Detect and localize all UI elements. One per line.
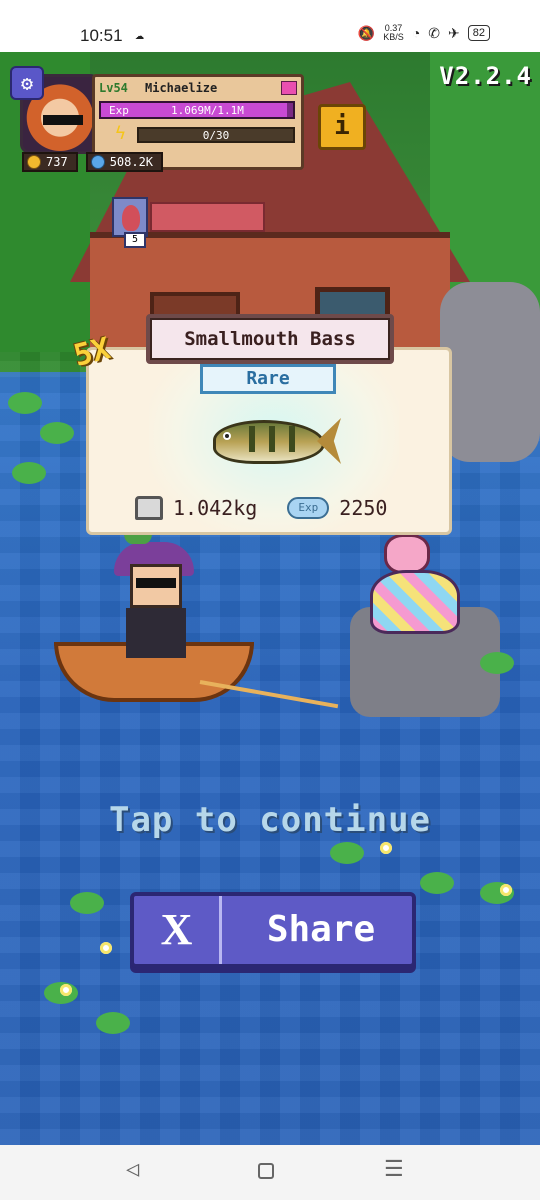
network-speed-unit: KB/S	[383, 32, 404, 42]
lily-pad	[96, 1012, 130, 1034]
bait-icon	[122, 205, 140, 231]
energy-value: 0/30	[202, 129, 230, 142]
recents-menu-icon[interactable]: ☰	[384, 1157, 404, 1182]
rarity-tag: Rare	[200, 364, 336, 394]
coin-value: 737	[46, 155, 68, 169]
status-bar: 10:51 ☁ 🔕 0.37 KB/S ◔ ✆ ✈ 82	[0, 0, 540, 52]
back-triangle-icon[interactable]: ◁	[126, 1157, 139, 1182]
lily-flower	[380, 842, 392, 854]
profile-badge-icon[interactable]	[281, 81, 297, 95]
lily-pad	[70, 892, 104, 914]
airplane-icon: ✈	[448, 24, 460, 41]
lily-flower	[60, 984, 72, 996]
cloud-icon: ☁	[135, 25, 145, 43]
avatar-sunglasses	[43, 115, 83, 125]
currency-row: 737 508.2K	[22, 152, 164, 172]
lightning-icon: ϟ	[115, 123, 126, 144]
fish-stripe	[269, 426, 275, 452]
player-username: Michaelize	[145, 81, 218, 95]
mute-icon: 🔕	[357, 24, 376, 41]
share-button[interactable]: X Share	[130, 892, 416, 968]
lily-flower	[100, 942, 112, 954]
wifi-call-icon: ✆	[428, 24, 441, 41]
tap-to-continue-prompt[interactable]: Tap to continue	[70, 800, 470, 840]
scale-icon	[135, 496, 163, 520]
info-button[interactable]: i	[318, 104, 366, 150]
shore-rock	[440, 282, 540, 462]
npc-body	[370, 570, 460, 634]
player-sunglasses	[136, 578, 176, 588]
smallmouth-bass-illustration	[199, 408, 341, 474]
bait-count: 5	[124, 232, 146, 248]
fish-tail	[317, 418, 341, 464]
lily-pad	[40, 422, 74, 444]
npc-head	[384, 534, 430, 574]
lily-pad	[420, 872, 454, 894]
wifi-icon: ◔	[411, 25, 421, 41]
lily-flower	[500, 884, 512, 896]
coin-icon	[27, 155, 41, 169]
lily-pad	[12, 462, 46, 484]
catch-stats: 1.042kg Exp 2250	[135, 496, 387, 520]
npc-character	[370, 534, 460, 634]
coin-counter: 737	[22, 152, 78, 172]
player-character	[110, 542, 200, 662]
fish-weight: 1.042kg	[173, 496, 258, 520]
player-level: Lv54	[99, 81, 128, 95]
fish-eye	[223, 432, 231, 440]
status-time: 10:51	[80, 26, 123, 45]
player-body	[126, 608, 186, 658]
exp-bar-value: 1.069M/1.1M	[171, 104, 244, 117]
gem-icon	[90, 155, 105, 169]
gem-counter: 508.2K	[85, 152, 164, 172]
shop-banner[interactable]	[150, 202, 265, 232]
status-icons: 🔕 0.37 KB/S ◔ ✆ ✈ 82	[358, 24, 490, 42]
bait-item-slot[interactable]	[112, 197, 148, 237]
gem-value: 508.2K	[109, 155, 154, 169]
settings-gear-icon[interactable]: ⚙	[10, 66, 44, 100]
exp-gain: 2250	[339, 496, 388, 520]
share-label: Share	[266, 909, 376, 950]
energy-bar: 0/30	[137, 127, 295, 143]
fish-stripe	[289, 426, 295, 452]
lily-pad	[480, 652, 514, 674]
exp-bar-label: Exp	[109, 104, 129, 117]
battery-indicator: 82	[467, 25, 490, 41]
game-scene[interactable]: ⚙ Lv54 Michaelize Exp 1.069M/1.1M ϟ 0/30…	[0, 52, 540, 1145]
exp-bar: Exp 1.069M/1.1M	[99, 101, 295, 119]
network-speed: 0.37 KB/S	[383, 24, 404, 42]
game-version: V2.2.4	[439, 62, 532, 90]
lily-pad	[8, 392, 42, 414]
lily-pad	[330, 842, 364, 864]
fish-name: Smallmouth Bass	[146, 314, 394, 364]
home-square-icon[interactable]	[258, 1163, 274, 1179]
fish-stripe	[249, 426, 255, 452]
x-logo-icon: X	[134, 896, 222, 964]
exp-icon: Exp	[287, 497, 330, 519]
system-nav-bar: ◁ ☰	[0, 1145, 540, 1200]
